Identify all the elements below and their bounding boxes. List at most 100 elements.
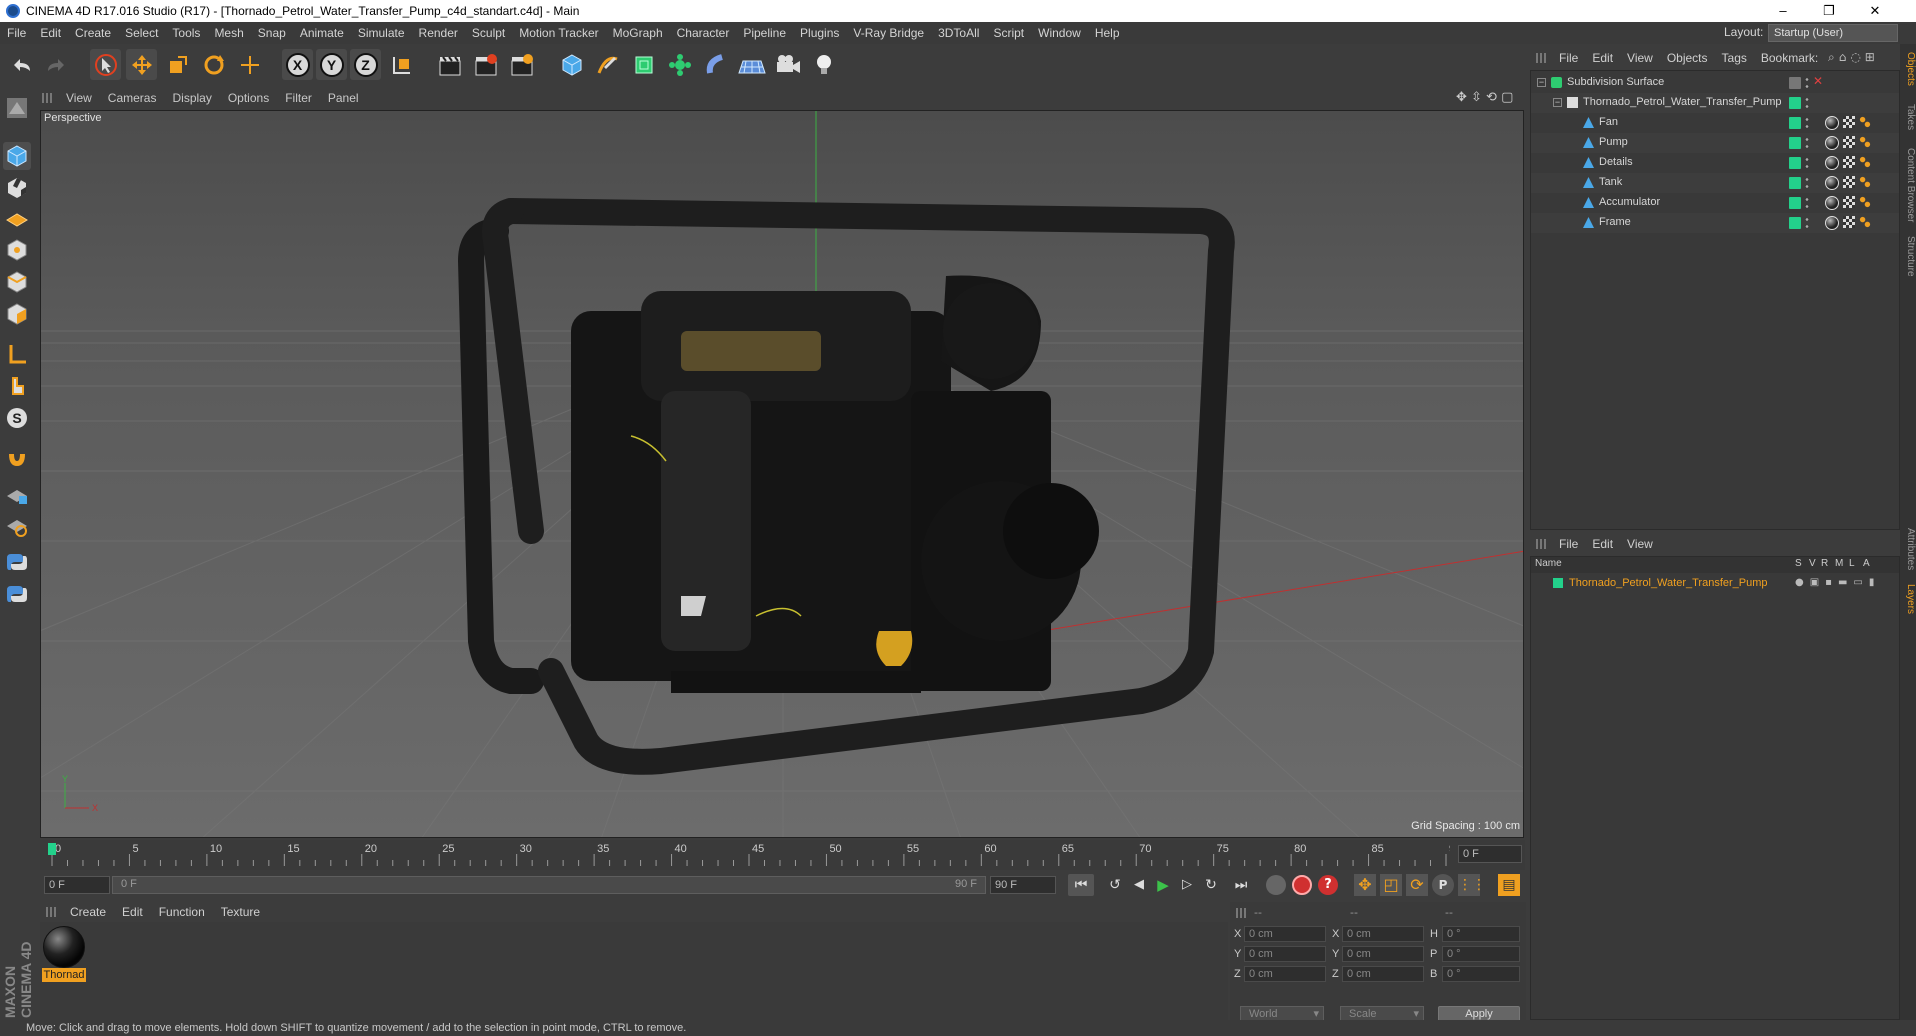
object-menu-view[interactable]: View xyxy=(1620,51,1660,65)
material-menu-function[interactable]: Function xyxy=(151,905,213,919)
visibility-dots[interactable] xyxy=(1789,117,1801,129)
x-axis-lock-button[interactable]: X xyxy=(282,49,313,80)
perspective-viewport[interactable]: Y X xyxy=(40,110,1524,838)
points-mode-button[interactable] xyxy=(3,236,31,264)
key-position-button[interactable]: ✥ xyxy=(1354,874,1376,896)
workplane-lock-button[interactable] xyxy=(3,480,31,508)
record-active-button[interactable] xyxy=(1292,875,1312,895)
polygons-mode-button[interactable] xyxy=(3,300,31,328)
layer-row[interactable]: Thornado_Petrol_Water_Transfer_Pump ●▣▪▬… xyxy=(1531,575,1899,593)
select-tool-button[interactable] xyxy=(90,49,121,80)
prev-key-button[interactable]: ↺ xyxy=(1104,874,1126,896)
object-row[interactable]: − Thornado_Petrol_Water_Transfer_Pump xyxy=(1531,93,1899,113)
goto-end-button[interactable]: ⏭ xyxy=(1228,874,1254,896)
axis-mode-button[interactable] xyxy=(3,340,31,368)
deformer-button[interactable] xyxy=(700,49,731,80)
visibility-dots[interactable] xyxy=(1789,177,1801,189)
z-axis-lock-button[interactable]: Z xyxy=(350,49,381,80)
uvw-tag-icon[interactable] xyxy=(1859,196,1871,208)
expand-icon[interactable]: − xyxy=(1553,98,1562,107)
menu-create[interactable]: Create xyxy=(68,26,118,40)
current-frame-field[interactable]: 0 F xyxy=(1458,845,1522,863)
visibility-dots[interactable] xyxy=(1789,97,1801,109)
object-row[interactable]: Details xyxy=(1531,153,1899,173)
object-row[interactable]: Fan xyxy=(1531,113,1899,133)
layer-column-a[interactable]: A xyxy=(1863,558,1870,569)
timeline-ruler[interactable]: 051015202530354045505560657075808590 0 F xyxy=(40,840,1525,870)
menu-sculpt[interactable]: Sculpt xyxy=(465,26,512,40)
layer-menu-view[interactable]: View xyxy=(1620,537,1660,551)
y-axis-lock-button[interactable]: Y xyxy=(316,49,347,80)
last-tool-button[interactable] xyxy=(234,49,265,80)
locked-workplane-button[interactable] xyxy=(3,512,31,540)
scale-tool-button[interactable] xyxy=(162,49,193,80)
menu-window[interactable]: Window xyxy=(1031,26,1088,40)
layer-menu-edit[interactable]: Edit xyxy=(1585,537,1620,551)
side-tab-structure[interactable]: Structure xyxy=(1900,236,1916,277)
layer-column-m[interactable]: M xyxy=(1835,558,1843,569)
model-mode-button[interactable] xyxy=(3,142,31,170)
material-tag-icon[interactable] xyxy=(1825,136,1839,150)
layer-column-v[interactable]: V xyxy=(1809,558,1816,569)
end-frame-field[interactable]: 90 F xyxy=(990,876,1056,894)
layer-menu-file[interactable]: File xyxy=(1552,537,1585,551)
render-view-button[interactable] xyxy=(434,49,465,80)
visibility-dots[interactable] xyxy=(1789,197,1801,209)
prev-frame-button[interactable]: ◀ xyxy=(1128,874,1150,896)
record-keys-off-button[interactable] xyxy=(1266,875,1286,895)
viewport-menu-filter[interactable]: Filter xyxy=(277,91,320,105)
side-tab-layers[interactable]: Layers xyxy=(1900,584,1916,614)
key-param-button[interactable]: P xyxy=(1432,874,1454,896)
viewport-menu-panel[interactable]: Panel xyxy=(320,91,367,105)
key-rotation-button[interactable]: ⟳ xyxy=(1406,874,1428,896)
material-menu-texture[interactable]: Texture xyxy=(213,905,268,919)
menu-character[interactable]: Character xyxy=(670,26,737,40)
menu-v-ray-bridge[interactable]: V-Ray Bridge xyxy=(846,26,931,40)
texture-tag-icon[interactable] xyxy=(1843,196,1855,208)
playhead-marker[interactable] xyxy=(48,843,56,855)
menu-animate[interactable]: Animate xyxy=(293,26,351,40)
viewport-menu-view[interactable]: View xyxy=(58,91,100,105)
material-menu-create[interactable]: Create xyxy=(62,905,114,919)
layout-select[interactable]: Startup (User) xyxy=(1768,24,1898,42)
frame-range-slider[interactable]: 0 F 90 F xyxy=(112,876,986,894)
floor-button[interactable] xyxy=(736,49,767,80)
object-menu-objects[interactable]: Objects xyxy=(1660,51,1715,65)
enable-snap-button[interactable] xyxy=(3,444,31,472)
start-frame-field[interactable]: 0 F xyxy=(44,876,110,894)
material-menu-edit[interactable]: Edit xyxy=(114,905,151,919)
coord-value-field[interactable]: 0 cm xyxy=(1342,966,1424,982)
texture-tag-icon[interactable] xyxy=(1843,136,1855,148)
uvw-tag-icon[interactable] xyxy=(1859,176,1871,188)
object-row[interactable]: Frame xyxy=(1531,213,1899,233)
material-tag-icon[interactable] xyxy=(1825,196,1839,210)
timeline-mode-button[interactable]: ▤ xyxy=(1498,874,1520,896)
menu-mesh[interactable]: Mesh xyxy=(207,26,250,40)
side-tab-takes[interactable]: Takes xyxy=(1900,104,1916,130)
viewport-menu-options[interactable]: Options xyxy=(220,91,277,105)
coord-value-field[interactable]: 0 cm xyxy=(1342,926,1424,942)
render-dots[interactable] xyxy=(1805,216,1809,230)
camera-button[interactable] xyxy=(772,49,803,80)
workplane-mode-button[interactable] xyxy=(3,204,31,232)
uvw-tag-icon[interactable] xyxy=(1859,216,1871,228)
deactivate-x-icon[interactable]: ✕ xyxy=(1813,74,1823,88)
uvw-tag-icon[interactable] xyxy=(1859,116,1871,128)
menu-pipeline[interactable]: Pipeline xyxy=(736,26,793,40)
visibility-dots[interactable] xyxy=(1789,77,1801,89)
object-menu-tags[interactable]: Tags xyxy=(1715,51,1754,65)
object-row[interactable]: − Subdivision Surface ✕ xyxy=(1531,73,1899,93)
side-tab-content-browser[interactable]: Content Browser xyxy=(1900,148,1916,222)
material-thumbnail[interactable]: Thornad xyxy=(42,926,86,984)
texture-tag-icon[interactable] xyxy=(1843,176,1855,188)
visibility-dots[interactable] xyxy=(1789,137,1801,149)
layer-column-s[interactable]: S xyxy=(1795,558,1802,569)
coord-value-field[interactable]: 0 cm xyxy=(1342,946,1424,962)
menu-select[interactable]: Select xyxy=(118,26,165,40)
key-pla-button[interactable]: ⋮⋮ xyxy=(1458,874,1486,896)
object-row[interactable]: Tank xyxy=(1531,173,1899,193)
coord-value-field[interactable]: 0 ° xyxy=(1442,946,1520,962)
coord-value-field[interactable]: 0 ° xyxy=(1442,926,1520,942)
next-frame-button[interactable]: ▷ xyxy=(1176,874,1198,896)
move-tool-button[interactable] xyxy=(126,49,157,80)
